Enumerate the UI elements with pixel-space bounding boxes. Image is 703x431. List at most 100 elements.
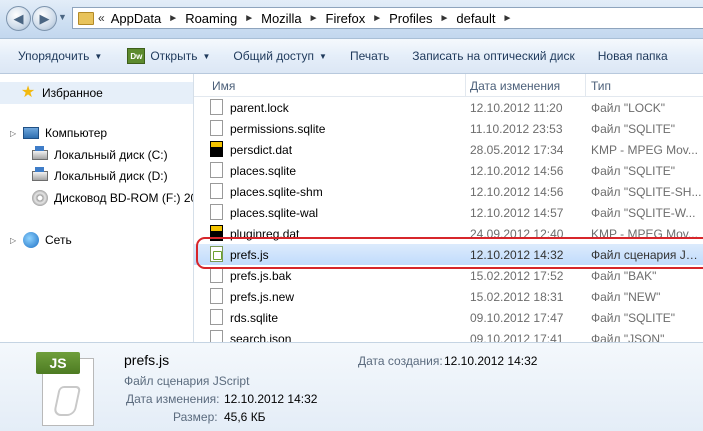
file-row[interactable]: rds.sqlite 09.10.2012 17:47 Файл "SQLITE… (194, 307, 703, 328)
file-row[interactable]: places.sqlite-shm 12.10.2012 14:56 Файл … (194, 181, 703, 202)
js-icon (210, 246, 223, 262)
open-button[interactable]: Dw Открыть ▼ (111, 39, 219, 73)
breadcrumb-item-profiles[interactable]: Profiles (389, 11, 432, 26)
doc-icon (210, 183, 223, 199)
file-date: 15.02.2012 18:31 (470, 290, 564, 304)
new-folder-label: Новая папка (597, 49, 668, 63)
file-name: prefs.js.bak (230, 269, 292, 283)
nav-item-drive-f[interactable]: Дисковод BD-ROM (F:) 20 (32, 190, 194, 206)
nav-label: Локальный диск (D:) (54, 169, 168, 183)
doc-icon (210, 288, 223, 304)
nav-item-drive-c[interactable]: Локальный диск (C:) (32, 146, 168, 162)
details-modified-label: Дата изменения: (126, 392, 220, 406)
file-date: 11.10.2012 23:53 (470, 122, 563, 136)
file-row[interactable]: places.sqlite-wal 12.10.2012 14:57 Файл … (194, 202, 703, 223)
file-row[interactable]: parent.lock 12.10.2012 11:20 Файл "LOCK" (194, 97, 703, 118)
folder-icon (78, 11, 94, 25)
file-type: Файл "SQLITE" (591, 122, 676, 136)
file-type: KMP - MPEG Mov... (591, 143, 698, 157)
file-row[interactable]: search.json 09.10.2012 17:41 Файл "JSON" (194, 328, 703, 342)
file-type: Файл "JSON" (591, 332, 665, 342)
nav-item-network[interactable]: ▷ Сеть (0, 232, 72, 248)
chevron-right-icon[interactable]: ▷ (10, 236, 18, 245)
file-name: parent.lock (230, 101, 289, 115)
recent-pages-chevron-icon[interactable]: ▼ (58, 12, 67, 22)
file-type: Файл "SQLITE-SH... (591, 185, 702, 199)
nav-label: Дисковод BD-ROM (F:) 20 (54, 191, 194, 205)
breadcrumb-item-firefox[interactable]: Firefox (326, 11, 366, 26)
js-badge: JS (36, 352, 80, 374)
details-created-value: 12.10.2012 14:32 (444, 354, 538, 368)
file-row[interactable]: places.sqlite 12.10.2012 14:56 Файл "SQL… (194, 160, 703, 181)
navigation-pane: ★ Избранное ▷ Компьютер Локальный диск (… (0, 74, 194, 342)
doc-icon (210, 162, 223, 178)
file-date: 12.10.2012 14:56 (470, 164, 564, 178)
chevron-right-icon[interactable]: ▷ (10, 129, 18, 138)
file-row[interactable]: prefs.js.bak 15.02.2012 17:52 Файл "BAK" (194, 265, 703, 286)
share-label: Общий доступ (233, 49, 315, 63)
file-name: permissions.sqlite (230, 122, 326, 136)
arrow-left-icon: ◀ (13, 10, 24, 26)
file-row[interactable]: persdict.dat 28.05.2012 17:34 KMP - MPEG… (194, 139, 703, 160)
dreamweaver-icon: Dw (127, 48, 146, 64)
doc-icon (210, 267, 223, 283)
file-name: rds.sqlite (230, 311, 279, 325)
file-row[interactable]: prefs.js.new 15.02.2012 18:31 Файл "NEW" (194, 286, 703, 307)
breadcrumb-separator-icon[interactable]: ► (440, 13, 450, 24)
nav-item-drive-d[interactable]: Локальный диск (D:) (32, 167, 168, 183)
file-date: 12.10.2012 11:20 (470, 101, 563, 115)
breadcrumb-separator-icon[interactable]: ► (244, 13, 254, 24)
burn-button[interactable]: Записать на оптический диск (398, 39, 584, 73)
file-row[interactable]: permissions.sqlite 11.10.2012 23:53 Файл… (194, 118, 703, 139)
file-date: 12.10.2012 14:32 (470, 248, 564, 262)
back-button[interactable]: ◀ (6, 6, 31, 31)
breadcrumb-separator-icon[interactable]: ► (168, 13, 178, 24)
column-header-type[interactable]: Тип (591, 79, 611, 93)
column-divider[interactable] (465, 74, 466, 96)
details-size-value: 45,6 КБ (224, 410, 266, 424)
nav-label: Локальный диск (C:) (54, 148, 168, 162)
arrow-right-icon: ▶ (39, 10, 50, 26)
column-header-date[interactable]: Дата изменения (470, 79, 560, 93)
breadcrumb-item-roaming[interactable]: Roaming (185, 11, 237, 26)
column-header-name[interactable]: Имя (212, 79, 235, 93)
forward-button[interactable]: ▶ (32, 6, 57, 31)
doc-icon (210, 309, 223, 325)
dat-icon (210, 225, 223, 241)
breadcrumb-overflow[interactable]: « (98, 11, 105, 25)
star-icon: ★ (20, 84, 36, 101)
column-divider[interactable] (585, 74, 586, 96)
file-date: 24.09.2012 12:40 (470, 227, 564, 241)
column-header-bar: Имя Дата изменения Тип (194, 74, 703, 97)
file-date: 28.05.2012 17:34 (470, 143, 564, 157)
file-name: places.sqlite (230, 164, 297, 178)
file-name: prefs.js (230, 248, 269, 262)
file-type: Файл "SQLITE-W... (591, 206, 696, 220)
breadcrumb-separator-icon[interactable]: ► (502, 13, 512, 24)
new-folder-button[interactable]: Новая папка (584, 39, 677, 73)
nav-item-favorites[interactable]: ★ Избранное (0, 82, 193, 104)
breadcrumb-item-default[interactable]: default (456, 11, 495, 26)
file-date: 12.10.2012 14:56 (470, 185, 564, 199)
nav-label: Компьютер (45, 126, 108, 140)
file-row[interactable]: pluginreg.dat 24.09.2012 12:40 KMP - MPE… (194, 223, 703, 244)
chevron-down-icon: ▼ (319, 51, 327, 61)
nav-label: Сеть (45, 233, 72, 247)
file-row-selected[interactable]: prefs.js 12.10.2012 14:32 Файл сценария … (194, 244, 703, 265)
print-button[interactable]: Печать (336, 39, 398, 73)
js-file-large-icon: JS (36, 352, 100, 428)
breadcrumb-separator-icon[interactable]: ► (372, 13, 382, 24)
organize-button[interactable]: Упорядочить ▼ (0, 39, 111, 73)
burn-label: Записать на оптический диск (412, 49, 575, 63)
share-button[interactable]: Общий доступ ▼ (219, 39, 336, 73)
chevron-down-icon: ▼ (202, 51, 211, 61)
breadcrumb-item-appdata[interactable]: AppData (111, 11, 162, 26)
breadcrumb-item-mozilla[interactable]: Mozilla (261, 11, 301, 26)
breadcrumb-separator-icon[interactable]: ► (309, 13, 319, 24)
file-type: Файл сценария JS... (591, 248, 703, 262)
details-created-label: Дата создания: (358, 354, 443, 368)
nav-item-computer[interactable]: ▷ Компьютер (0, 126, 107, 140)
breadcrumb[interactable]: « AppData ► Roaming ► Mozilla ► Firefox … (72, 7, 703, 29)
file-name: persdict.dat (230, 143, 293, 157)
hard-drive-icon (32, 167, 48, 181)
